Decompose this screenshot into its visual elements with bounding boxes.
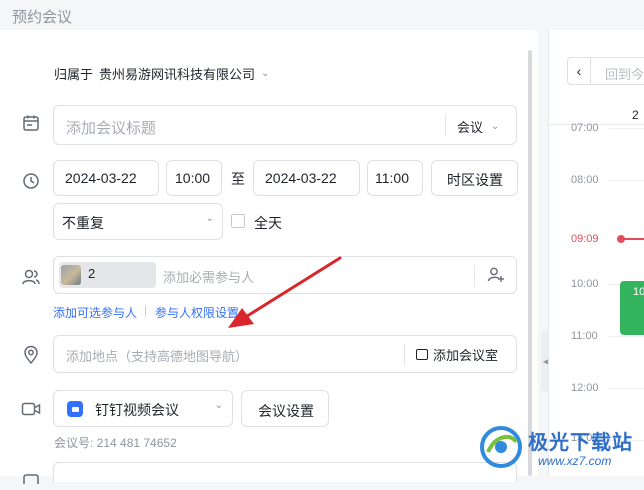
repeat-select[interactable]: 不重复 ⌄ [53,203,223,240]
calendar-icon [20,112,42,134]
add-room-label: 添加会议室 [433,348,499,363]
hour-label: 12:00 [571,382,599,394]
meeting-id: 会议号: 214 481 74652 [54,436,177,450]
video-provider-select[interactable]: 钉钉视频会议 ⌄ [53,390,233,427]
day-header: 2 [632,108,639,122]
meeting-settings-button[interactable]: 会议设置 [241,390,329,427]
prev-button[interactable]: ‹ [567,57,591,85]
add-optional-participants-link[interactable]: 添加可选参与人 [53,304,137,321]
room-icon [416,349,428,360]
timezone-button[interactable]: 时区设置 [431,160,518,196]
repeat-value: 不重复 [62,215,104,231]
watermark-title: 极光下载站 [528,432,633,454]
all-day-checkbox[interactable] [231,214,245,228]
participant-chip[interactable]: 2 [59,262,156,288]
event-label: 10 [633,286,644,298]
end-time-value: 11:00 [375,170,409,186]
chevron-down-icon: ⌄ [261,68,270,79]
form-scrollbar[interactable] [528,50,532,476]
timezone-button-label: 时区设置 [447,172,503,188]
back-to-today-button[interactable]: 回到今 [590,57,644,85]
start-time-value: 10:00 [175,170,211,186]
start-date-field[interactable]: 2024-03-22 [53,160,159,196]
page-title: 预约会议 [12,9,73,26]
end-date-value: 2024-03-22 [265,170,337,186]
link-separator: | [144,303,148,317]
annotation-arrow [228,256,342,328]
subject-input[interactable]: 添加会议标题 [66,117,156,138]
chevron-down-icon: ⌄ [205,213,214,224]
hour-label: 07:00 [571,122,599,134]
hour-label: 08:00 [571,174,599,186]
location-field[interactable]: 添加地点（支持高德地图导航） 添加会议室 [53,335,517,373]
end-time-field[interactable]: 11:00 [367,160,423,196]
watermark-logo-icon [480,426,522,468]
current-time-label: 09:09 [571,233,599,245]
back-to-today-label: 回到今 [605,67,644,82]
chevron-down-icon: ⌄ [214,400,223,411]
end-date-field[interactable]: 2024-03-22 [253,160,360,196]
form-panel: 归属于 贵州易游网讯科技有限公司 ⌄ 添加会议标题 会议 ⌄ 2024-03-2… [0,30,538,484]
start-date-value: 2024-03-22 [65,170,137,186]
hour-label: 11:00 [571,330,598,342]
meeting-type-select[interactable]: 会议 ⌄ [457,117,499,136]
people-icon [20,266,42,288]
all-day-label: 全天 [254,215,282,231]
calendar-event[interactable]: 10 [620,281,644,335]
owner-row[interactable]: 归属于 贵州易游网讯科技有限公司 ⌄ [54,64,269,83]
now-line [621,238,644,240]
avatar [61,265,81,285]
hour-label: 10:00 [571,278,599,290]
clock-icon [20,170,42,192]
dingtalk-video-icon [67,401,83,417]
doc-icon [20,468,42,490]
watermark-url: www.xz7.com [538,454,612,468]
owner-prefix: 归属于 [54,67,94,82]
meeting-type-label: 会议 [457,120,484,135]
location-input[interactable]: 添加地点（支持高德地图导航） [66,346,248,365]
video-provider-label: 钉钉视频会议 [95,402,179,418]
to-label: 至 [231,171,245,187]
calendar-pane: ‹ 回到今 2 07:00 08:00 09:09 10:00 11:00 12… [548,30,644,476]
next-field[interactable] [53,462,517,482]
start-time-field[interactable]: 10:00 [166,160,222,196]
participant-count: 2 [88,266,96,281]
add-room-button[interactable]: 添加会议室 [416,345,498,364]
subject-field[interactable]: 添加会议标题 会议 ⌄ [53,105,517,145]
location-icon [20,344,42,366]
add-person-icon[interactable] [485,264,507,286]
meeting-settings-label: 会议设置 [258,403,314,419]
video-camera-icon [20,398,42,420]
chevron-down-icon: ⌄ [491,121,500,132]
owner-company: 贵州易游网讯科技有限公司 [99,67,256,82]
watermark: 极光下载站 www.xz7.com [478,422,644,476]
